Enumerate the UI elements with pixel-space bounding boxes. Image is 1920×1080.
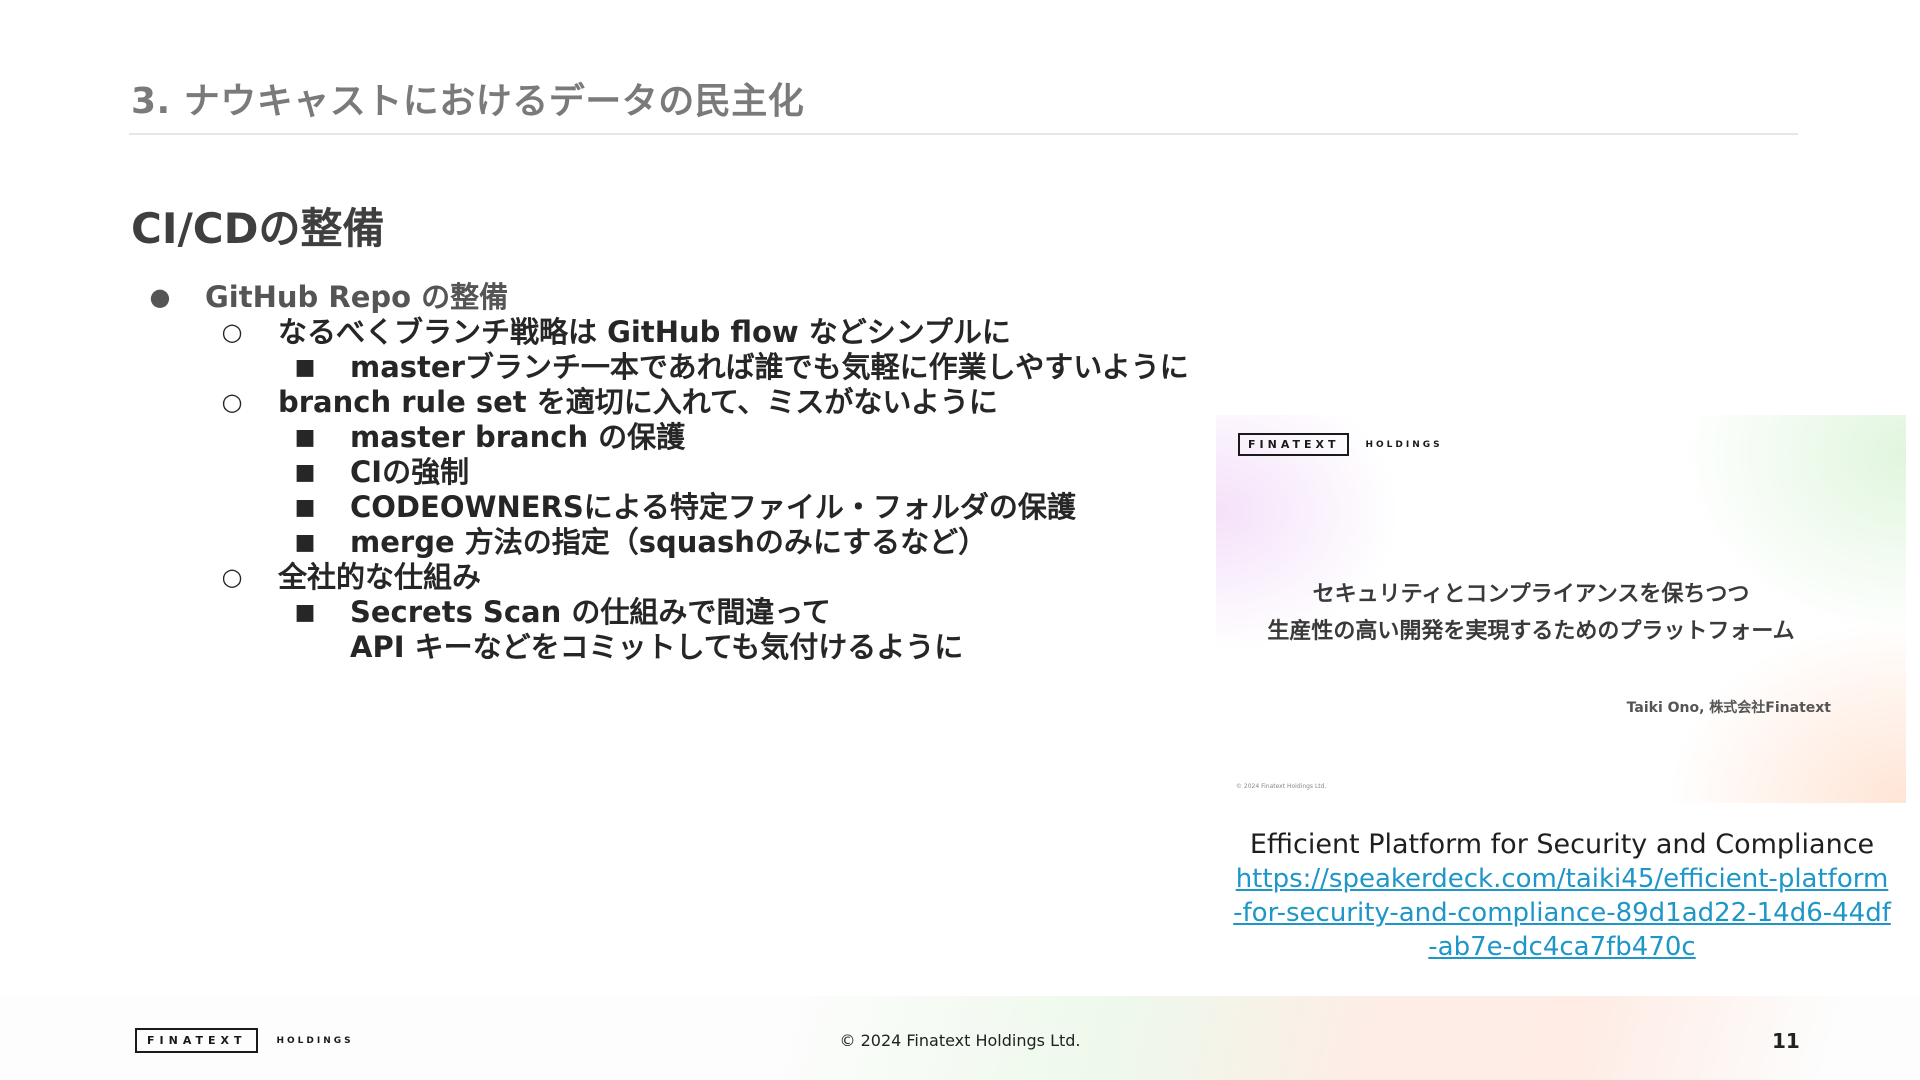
thumbnail-title-line1: セキュリティとコンプライアンスを保ちつつ bbox=[1312, 582, 1750, 607]
thumbnail-logo-mark: FINATEXT bbox=[1238, 433, 1350, 456]
bullet-marker: ○ bbox=[221, 318, 243, 346]
thumbnail-title-line2: 生産性の高い開発を実現するためのプラットフォーム bbox=[1267, 619, 1795, 644]
bullet-marker: ■ bbox=[294, 425, 316, 450]
bullet-text: なるべくブランチ戦略は GitHub flow などシンプルに bbox=[278, 315, 1011, 349]
title-divider bbox=[129, 133, 1798, 135]
bullet-text: 全社的な仕組み bbox=[278, 560, 482, 594]
thumbnail-logo: FINATEXT HOLDINGS bbox=[1238, 433, 1443, 456]
bullet-text: masterブランチ一本であれば誰でも気軽に作業しやすいように bbox=[350, 350, 1189, 384]
bullet-marker: ■ bbox=[294, 355, 316, 380]
bullet-marker: ■ bbox=[294, 495, 316, 520]
bullet-text: master branch の保護 bbox=[350, 420, 686, 454]
bullet-text: GitHub Repo の整備 bbox=[205, 280, 509, 314]
bullet-marker: ■ bbox=[294, 460, 316, 485]
bullet-marker: ○ bbox=[221, 563, 243, 591]
thumbnail-author: Taiki Ono, 株式会社Finatext bbox=[1626, 700, 1831, 716]
section-title: 3. ナウキャストにおけるデータの民主化 bbox=[131, 81, 805, 122]
footer-copyright: © 2024 Finatext Holdings Ltd. bbox=[839, 1031, 1081, 1050]
bullet-text: merge 方法の指定（squashのみにするなど） bbox=[350, 525, 988, 559]
thumbnail-logo-sub: HOLDINGS bbox=[1365, 439, 1443, 450]
bullet-marker: ● bbox=[149, 283, 171, 311]
bullet-text: Secrets Scan の仕組みで間違って bbox=[350, 595, 831, 629]
thumbnail-copyright: © 2024 Finatext Holdings Ltd. bbox=[1236, 783, 1327, 790]
page-number: 11 bbox=[1772, 1029, 1800, 1053]
slide-heading: CI/CDの整備 bbox=[131, 204, 385, 253]
bullet-marker: ■ bbox=[294, 600, 316, 625]
bullet-text: CIの強制 bbox=[350, 455, 470, 489]
bullet-text: branch rule set を適切に入れて、ミスがないように bbox=[278, 385, 998, 419]
speakerdeck-link[interactable]: https://speakerdeck.com/taiki45/efficien… bbox=[1232, 862, 1892, 964]
slide-thumbnail[interactable]: FINATEXT HOLDINGS セキュリティとコンプライアンスを保ちつつ 生… bbox=[1216, 415, 1906, 803]
thumbnail-caption: Efficient Platform for Security and Comp… bbox=[1249, 829, 1875, 860]
bullet-marker: ○ bbox=[221, 388, 243, 416]
bullet-text: API キーなどをコミットしても気付けるように bbox=[350, 630, 964, 664]
bullet-text: CODEOWNERSによる特定ファイル・フォルダの保護 bbox=[350, 490, 1076, 524]
bullet-marker: ■ bbox=[294, 530, 316, 555]
